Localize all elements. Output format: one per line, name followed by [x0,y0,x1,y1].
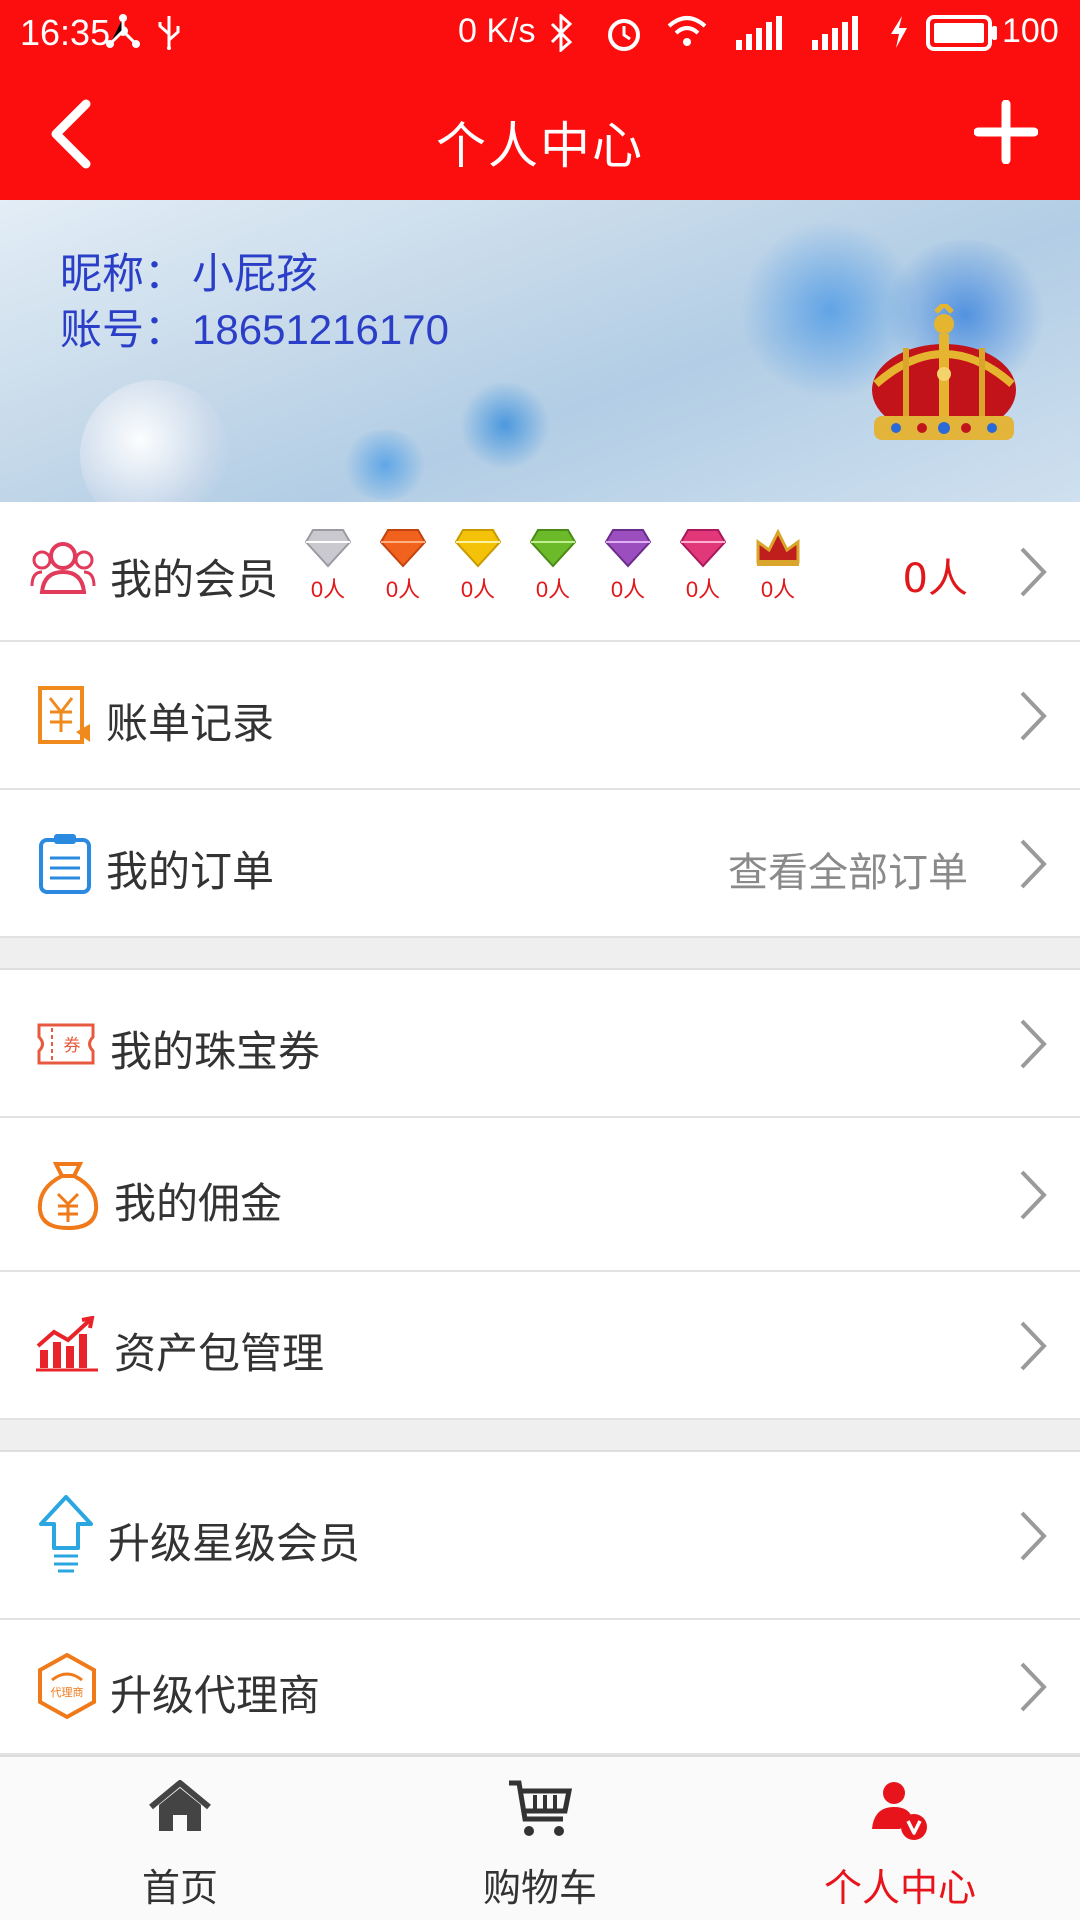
level-count: 0人 [385,577,421,602]
bar-chart-icon [36,1316,98,1372]
user-vip-icon [872,1782,927,1840]
order-icon [39,834,91,894]
members-icon [30,542,96,594]
upgrade-agent-label: 升级代理商 [110,1671,321,1720]
upgrade-star-label: 升级星级会员 [108,1519,361,1568]
bluetooth-icon [550,14,573,52]
agent-badge-text: 代理商 [51,1685,84,1699]
chevron-right-icon [1020,1170,1047,1220]
page-title: 个人中心 [436,117,644,175]
nickname-line: 昵称： 小屁孩 [60,240,318,301]
app-header: 个人中心 [0,66,1080,200]
commission-row[interactable]: 我的佣金 [0,1118,1080,1272]
bills-row[interactable]: 账单记录 [0,642,1080,790]
level-count: 0人 [685,577,721,602]
tab-home[interactable]: 首页 [0,1757,360,1920]
pearl-decoration [80,380,230,502]
level-count: 0人 [610,577,646,602]
members-label: 我的会员 [110,555,279,604]
members-row[interactable]: 我的会员 0人 0人 0人 0人 0人 0人 0人 0人 [0,502,1080,642]
tab-label: 首页 [141,1866,218,1910]
signal-icon [812,16,858,50]
top-bar: 16:35 0 K/s 100 个人中心 [0,0,1080,200]
diamond-green-icon [530,529,576,568]
chevron-right-icon [1020,1321,1047,1371]
level-count: 0人 [535,577,571,602]
assets-row[interactable]: 资产包管理 [0,1272,1080,1420]
upgrade-star-row[interactable]: 升级星级会员 [0,1452,1080,1620]
crown-icon [756,528,800,566]
assets-label: 资产包管理 [114,1329,325,1378]
coupons-row[interactable]: 券 我的珠宝券 [0,970,1080,1118]
coupon-icon: 券 [37,1023,95,1065]
battery-icon [926,15,997,51]
net-speed: 0 K/s [458,12,536,50]
share-icon [106,14,140,48]
level-count: 0人 [760,577,796,602]
cart-icon [509,1780,573,1836]
tab-cart[interactable]: 购物车 [360,1757,720,1920]
level-green: 0人 [525,528,581,604]
usb-icon [158,16,180,50]
members-total: 0人 [902,556,968,602]
chevron-right-icon [1020,1662,1047,1712]
chevron-right-icon [1020,1511,1047,1561]
profile-banner: 昵称： 小屁孩 账号： 18651216170 [0,200,1080,502]
bills-label: 账单记录 [106,699,275,748]
tab-label: 个人中心 [823,1866,976,1910]
level-yellow: 0人 [450,528,506,604]
view-all-orders-link[interactable]: 查看全部订单 [728,840,968,898]
tab-label: 购物车 [482,1866,597,1910]
battery-level: 100 [1002,12,1059,50]
level-pink: 0人 [675,528,731,604]
plus-icon[interactable] [974,100,1038,164]
chevron-right-icon [1020,1019,1047,1069]
wifi-icon [667,16,707,46]
status-time: 16:35 [20,12,111,53]
account-line: 账号： 18651216170 [60,296,449,357]
diamond-pink-icon [680,529,726,568]
alarm-icon [608,19,640,51]
chevron-right-icon [1020,691,1047,741]
bottom-tab-bar: 首页 购物车 个人中心 [0,1755,1080,1920]
money-bag-icon [37,1162,99,1230]
account-label: 账号： [60,306,187,353]
diamond-orange-icon [380,529,426,568]
level-purple: 0人 [600,528,656,604]
nickname-value: 小屁孩 [192,249,319,298]
status-bar: 16:35 0 K/s 100 [0,0,1080,66]
charging-icon [891,16,907,48]
level-crown: 0人 [750,528,806,604]
orders-label: 我的订单 [106,847,275,896]
chevron-right-icon [1020,839,1047,889]
level-count: 0人 [310,577,346,602]
home-icon [149,1780,211,1831]
signal-4g-icon [736,16,782,50]
bill-icon [38,686,90,744]
diamond-silver-icon [305,529,351,568]
agent-badge-icon: 代理商 [38,1652,96,1720]
chevron-right-icon [1020,547,1047,597]
diamond-purple-icon [605,529,651,568]
diamond-yellow-icon [455,529,501,568]
section-divider [0,1420,1080,1452]
nickname-label: 昵称： [60,249,187,298]
account-value: 18651216170 [192,306,449,353]
coupon-badge-text: 券 [64,1036,81,1056]
gem-decoration [340,430,430,500]
level-silver: 0人 [300,528,356,604]
level-orange: 0人 [375,528,431,604]
level-count: 0人 [460,577,496,602]
crown-icon [872,304,1016,440]
upgrade-arrow-icon [39,1495,93,1573]
coupons-label: 我的珠宝券 [110,1027,321,1076]
commission-label: 我的佣金 [114,1179,283,1228]
orders-row[interactable]: 我的订单 查看全部订单 [0,790,1080,938]
section-divider [0,938,1080,970]
tab-personal-center[interactable]: 个人中心 [720,1757,1080,1920]
upgrade-agent-row[interactable]: 代理商 升级代理商 [0,1620,1080,1755]
gem-decoration [460,380,550,470]
